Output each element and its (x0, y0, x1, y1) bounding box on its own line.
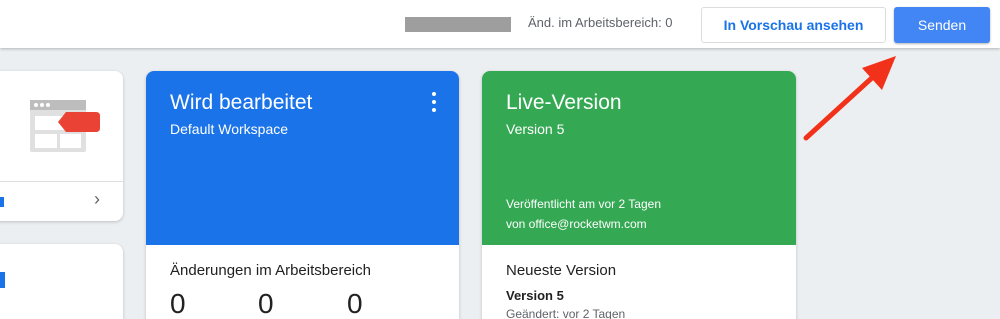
description-card (0, 244, 123, 319)
tag-illustration-icon (30, 100, 100, 152)
card-divider (0, 181, 123, 182)
annotation-arrow-icon (803, 56, 896, 141)
card-link[interactable] (0, 272, 5, 288)
workspace-changes-count: Änd. im Arbeitsbereich: 0 (528, 15, 673, 30)
top-toolbar: Änd. im Arbeitsbereich: 0 In Vorschau an… (0, 0, 1000, 48)
workspace-changes-title: Änderungen im Arbeitsbereich (170, 262, 371, 279)
more-vert-icon[interactable] (429, 91, 439, 113)
new-tag-card[interactable]: › (0, 71, 123, 221)
change-count-modified[interactable]: 0 (170, 288, 186, 319)
editing-card-header: Wird bearbeitet Default Workspace (146, 71, 459, 245)
change-count-deleted[interactable]: 0 (347, 288, 363, 319)
change-count-added[interactable]: 0 (258, 288, 274, 319)
preview-button[interactable]: In Vorschau ansehen (701, 7, 886, 43)
submit-button[interactable]: Senden (894, 7, 990, 43)
live-version-card: Live-Version Version 5 Veröffentlicht am… (482, 71, 796, 319)
live-card-header: Live-Version Version 5 Veröffentlicht am… (482, 71, 796, 245)
published-by: von office@rocketwm.com (506, 217, 647, 231)
latest-version-changed: Geändert: vor 2 Tagen (506, 307, 626, 319)
card-link[interactable] (0, 197, 4, 207)
latest-version-link[interactable]: Version 5 (506, 288, 564, 303)
latest-version-title: Neueste Version (506, 262, 617, 279)
published-date: Veröffentlicht am vor 2 Tagen (506, 197, 661, 211)
live-card-title: Live-Version (506, 91, 622, 114)
chevron-right-icon[interactable]: › (94, 189, 100, 210)
editing-card-title: Wird bearbeitet (170, 91, 313, 114)
live-version-number: Version 5 (506, 121, 565, 137)
redacted-container-name (405, 17, 511, 32)
editing-card: Wird bearbeitet Default Workspace Änderu… (146, 71, 459, 319)
workspace-name: Default Workspace (170, 121, 289, 137)
